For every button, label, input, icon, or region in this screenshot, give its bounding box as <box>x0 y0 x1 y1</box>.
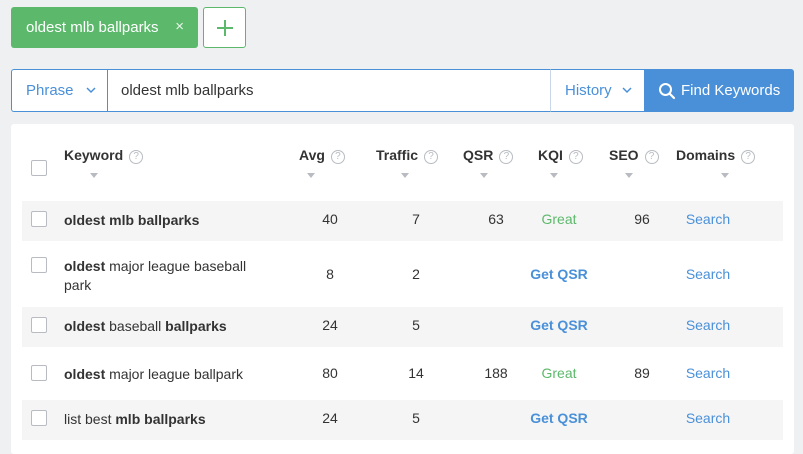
history-dropdown[interactable]: History <box>550 69 645 112</box>
table-row: oldest baseball ballparks 24 5 Get QSR Searc… <box>22 307 783 347</box>
keyword-text: oldest <box>64 366 106 382</box>
match-type-select[interactable]: Phrase <box>11 69 108 112</box>
table-row: oldest major league baseball park 8 2 Get Q… <box>22 249 783 299</box>
header-keyword[interactable]: Keyword? <box>64 147 144 187</box>
table-row: oldest mlb ballparks 40 7 63 Great 96 Search <box>22 201 783 241</box>
get-qsr-link[interactable]: Get QSR <box>530 317 588 333</box>
header-avg[interactable]: Avg? <box>299 147 345 187</box>
domains-search-link[interactable]: Search <box>672 266 744 282</box>
row-checkbox[interactable] <box>31 365 47 381</box>
header-kqi[interactable]: KQI? <box>538 147 583 187</box>
kqi-value: Great <box>541 211 577 227</box>
help-icon[interactable]: ? <box>424 150 439 164</box>
search-icon <box>659 82 676 99</box>
avg-value: 40 <box>322 211 338 227</box>
sort-caret-icon <box>625 173 633 178</box>
domains-search-link[interactable]: Search <box>672 365 744 381</box>
get-qsr-link[interactable]: Get QSR <box>530 266 588 282</box>
qsr-value: 188 <box>484 365 508 381</box>
table-row: oldest major league ballpark 80 14 188 Great… <box>22 353 783 397</box>
row-checkbox[interactable] <box>31 211 47 227</box>
chevron-down-icon <box>86 87 96 94</box>
header-qsr[interactable]: QSR? <box>463 147 514 187</box>
help-icon[interactable]: ? <box>568 150 583 164</box>
sort-caret-icon <box>90 173 98 178</box>
keyword-text: list best <box>64 411 116 427</box>
plus-icon <box>216 19 233 36</box>
keyword-text: oldest mlb ballparks <box>64 212 200 228</box>
sort-caret-icon <box>480 173 488 178</box>
keyword-tag-label: oldest mlb ballparks <box>26 19 159 36</box>
row-checkbox[interactable] <box>31 317 47 333</box>
match-type-label: Phrase <box>26 82 74 99</box>
keyword-tag[interactable]: oldest mlb ballparks × <box>11 7 198 48</box>
keyword-text: ballparks <box>165 318 227 334</box>
row-checkbox[interactable] <box>31 410 47 426</box>
qsr-value: 63 <box>488 211 504 227</box>
header-seo[interactable]: SEO? <box>609 147 659 187</box>
avg-value: 24 <box>322 317 338 333</box>
find-keywords-label: Find Keywords <box>681 82 781 99</box>
help-icon[interactable]: ? <box>499 150 514 164</box>
keyword-cell: oldest major league ballpark <box>64 365 274 384</box>
help-icon[interactable]: ? <box>330 150 345 164</box>
find-keywords-button[interactable]: Find Keywords <box>645 69 794 112</box>
header-traffic[interactable]: Traffic? <box>376 147 439 187</box>
row-checkbox[interactable] <box>31 257 47 273</box>
sort-caret-icon <box>721 173 729 178</box>
domains-search-link[interactable]: Search <box>672 410 744 426</box>
avg-value: 24 <box>322 410 338 426</box>
sort-caret-icon <box>550 173 558 178</box>
results-panel: Keyword? Avg? Traffic? QSR? KQI? SEO? Do… <box>11 124 794 454</box>
keyword-cell: oldest mlb ballparks <box>64 211 274 230</box>
search-bar: Phrase History Find Keywords <box>11 69 794 112</box>
traffic-value: 2 <box>412 266 420 282</box>
history-label: History <box>565 82 612 99</box>
avg-value: 80 <box>322 365 338 381</box>
avg-value: 8 <box>326 266 334 282</box>
help-icon[interactable]: ? <box>644 150 659 164</box>
keyword-text: major league ballpark <box>105 366 243 382</box>
header-domains[interactable]: Domains? <box>676 147 756 187</box>
traffic-value: 14 <box>408 365 424 381</box>
keyword-cell: oldest baseball ballparks <box>64 317 274 336</box>
help-icon[interactable]: ? <box>741 150 756 164</box>
keyword-text: oldest <box>64 258 106 274</box>
get-qsr-link[interactable]: Get QSR <box>530 410 588 426</box>
chevron-down-icon <box>622 87 632 94</box>
keyword-text: oldest <box>64 318 106 334</box>
keyword-cell: list best mlb ballparks <box>64 410 274 429</box>
keyword-text: mlb ballparks <box>115 411 206 427</box>
close-icon[interactable]: × <box>175 18 184 35</box>
select-all-checkbox[interactable] <box>31 160 47 176</box>
add-tag-button[interactable] <box>203 7 246 48</box>
kqi-value: Great <box>541 365 577 381</box>
sort-caret-icon <box>401 173 409 178</box>
sort-caret-icon <box>307 173 315 178</box>
seo-value: 89 <box>634 365 650 381</box>
domains-search-link[interactable]: Search <box>672 317 744 333</box>
domains-search-link[interactable]: Search <box>672 211 744 227</box>
keyword-text: baseball <box>105 318 166 334</box>
help-icon[interactable]: ? <box>129 150 144 164</box>
keyword-search-input[interactable] <box>107 69 551 112</box>
traffic-value: 7 <box>412 211 420 227</box>
traffic-value: 5 <box>412 317 420 333</box>
seo-value: 96 <box>634 211 650 227</box>
keyword-cell: oldest major league baseball park <box>64 257 274 295</box>
table-row: list best mlb ballparks 24 5 Get QSR Search <box>22 400 783 440</box>
traffic-value: 5 <box>412 410 420 426</box>
